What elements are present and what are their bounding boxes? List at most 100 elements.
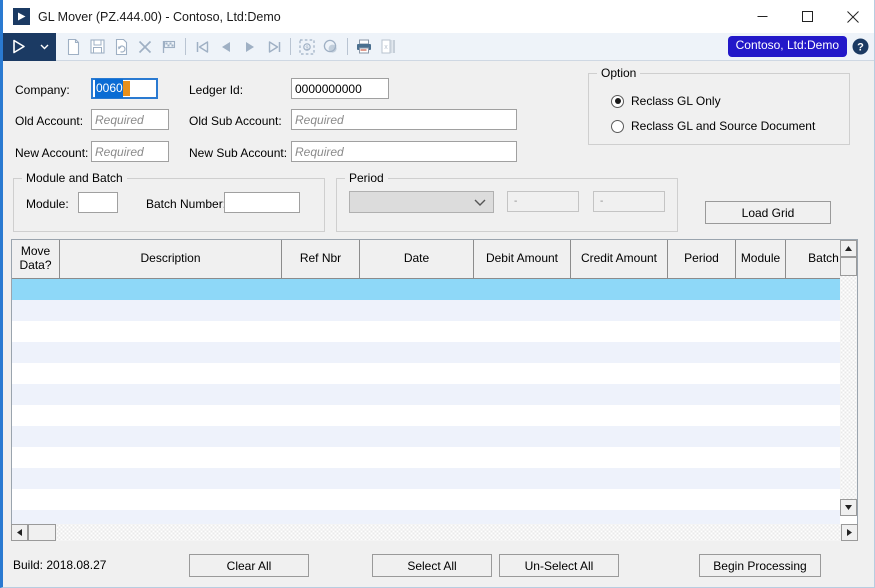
grid-column-header[interactable]: Date [360,240,474,278]
grid-column-header[interactable]: Move Data? [12,240,60,278]
period-from-value: - [514,196,518,207]
new-sub-account-label: New Sub Account: [189,146,288,160]
grid-column-header[interactable]: Description [60,240,282,278]
grid-vertical-scrollbar[interactable] [840,240,857,535]
transactions-grid: Move Data? Description Ref Nbr Date Debit Am… [11,239,858,536]
horizontal-scroll-thumb[interactable] [28,524,56,541]
title-bar: GL Mover (PZ.444.00) - Contoso, Ltd:Demo [3,0,874,33]
period-to-value: - [600,196,604,207]
toolbar-separator-3 [347,38,348,55]
previous-record-icon[interactable] [214,33,238,61]
table-row[interactable] [12,426,857,447]
footer-bar: Build: 2018.08.27 Clear All Select All U… [3,544,874,587]
load-grid-button[interactable]: Load Grid [705,201,831,224]
period-to-input[interactable]: - [593,191,665,212]
first-record-icon[interactable] [190,33,214,61]
radio-reclass-gl-and-source-document[interactable]: Reclass GL and Source Document [611,119,815,133]
module-input[interactable] [78,192,118,213]
export-excel-icon[interactable]: x [376,33,400,61]
table-row[interactable] [12,342,857,363]
module-batch-group: Module and Batch Module: Batch Number: [13,171,325,232]
grid-column-header[interactable]: Ref Nbr [282,240,360,278]
next-record-icon[interactable] [238,33,262,61]
scroll-right-icon[interactable] [841,524,858,541]
option-group-title: Option [597,66,641,80]
batch-number-label: Batch Number: [146,197,227,211]
new-account-input[interactable] [91,141,169,162]
table-row[interactable] [12,468,857,489]
radio-reclass-gl-only[interactable]: Reclass GL Only [611,94,721,108]
grid-body[interactable] [12,279,857,531]
maximize-button[interactable] [785,0,830,33]
new-document-icon[interactable] [61,33,85,61]
help-icon[interactable]: ? [847,33,873,61]
clear-all-button[interactable]: Clear All [189,554,309,577]
grid-column-header[interactable]: Debit Amount [474,240,571,278]
grid-column-header[interactable]: Credit Amount [571,240,668,278]
module-batch-group-title: Module and Batch [22,171,127,185]
un-select-all-button[interactable]: Un-Select All [499,554,619,577]
grid-column-header[interactable]: Module [736,240,786,278]
period-group-title: Period [345,171,388,185]
scroll-left-icon[interactable] [11,524,28,541]
process-icon[interactable]: $ [295,33,319,61]
scroll-down-icon[interactable] [840,499,857,516]
company-label: Company: [15,83,70,97]
window-title: GL Mover (PZ.444.00) - Contoso, Ltd:Demo [38,9,281,24]
radio-indicator-icon [611,94,624,108]
save-and-refresh-icon[interactable] [109,33,133,61]
window-controls [740,0,874,33]
table-row[interactable] [12,489,857,510]
option-group: Option Reclass GL Only Reclass GL and So… [588,66,850,145]
app-icon [13,8,30,25]
radio-indicator-icon [611,119,624,133]
ledger-id-input[interactable] [291,78,389,99]
toolbar: $ x Contoso, Ltd:Demo ? [3,32,874,61]
delete-icon[interactable] [133,33,157,61]
save-icon[interactable] [85,33,109,61]
svg-text:$: $ [305,45,308,51]
close-button[interactable] [830,0,874,33]
table-row[interactable] [12,363,857,384]
grid-horizontal-scrollbar[interactable] [11,524,858,541]
table-row[interactable] [12,384,857,405]
inquiry-icon[interactable] [319,33,343,61]
vertical-scroll-thumb[interactable] [840,257,857,276]
table-row[interactable] [12,447,857,468]
build-version-label: Build: 2018.08.27 [13,558,107,572]
company-input-value: 0060 [95,79,123,98]
print-icon[interactable] [352,33,376,61]
new-sub-account-input[interactable] [291,141,517,162]
svg-text:?: ? [857,41,864,53]
scroll-up-icon[interactable] [840,240,857,257]
svg-text:x: x [384,44,388,51]
radio-label: Reclass GL Only [631,94,721,108]
period-type-dropdown[interactable] [349,191,494,213]
horizontal-scroll-track[interactable] [56,524,841,541]
toolbar-separator [185,38,186,55]
run-dropdown-button[interactable] [33,32,56,61]
run-button[interactable] [3,32,33,61]
begin-processing-button[interactable]: Begin Processing [699,554,821,577]
table-row[interactable] [12,279,857,300]
old-sub-account-input[interactable] [291,109,517,130]
last-record-icon[interactable] [262,33,286,61]
grid-header-row: Move Data? Description Ref Nbr Date Debit Am… [12,240,857,279]
table-row[interactable] [12,321,857,342]
vertical-scroll-track[interactable] [840,276,857,499]
period-from-input[interactable]: - [507,191,579,212]
new-account-label: New Account: [15,146,89,160]
table-row[interactable] [12,300,857,321]
radio-label: Reclass GL and Source Document [631,119,816,133]
company-input[interactable]: 0060 [91,78,158,99]
cancel-flag-icon[interactable] [157,33,181,61]
select-all-button[interactable]: Select All [372,554,492,577]
old-account-input[interactable] [91,109,169,130]
grid-column-header[interactable]: Period [668,240,736,278]
tenant-badge: Contoso, Ltd:Demo [727,36,847,57]
text-caret [122,81,130,96]
batch-number-input[interactable] [224,192,300,213]
minimize-button[interactable] [740,0,785,33]
period-group: Period - - [336,171,678,232]
table-row[interactable] [12,405,857,426]
